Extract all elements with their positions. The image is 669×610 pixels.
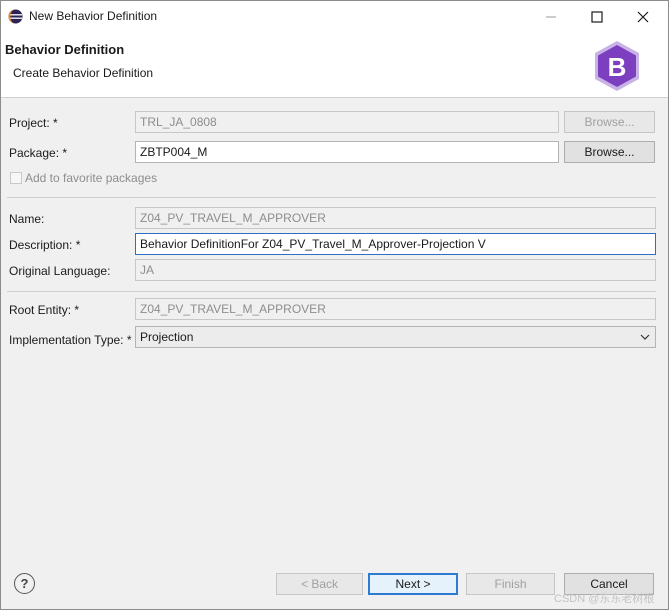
- favorite-packages-checkbox[interactable]: [10, 172, 22, 184]
- window-title: New Behavior Definition: [29, 9, 158, 23]
- watermark: CSDN @东东老树根: [554, 593, 655, 605]
- banner-subtitle: Create Behavior Definition: [13, 66, 154, 80]
- package-label: Package: *: [9, 146, 68, 160]
- implementation-type-value: Projection: [140, 330, 194, 344]
- maximize-icon: [591, 10, 603, 23]
- dialog-window: New Behavior Definition Behavior Definit…: [0, 0, 669, 610]
- separator: [7, 291, 656, 292]
- implementation-type-select[interactable]: Projection: [135, 326, 656, 348]
- description-label: Description: *: [9, 238, 81, 252]
- wizard-banner: Behavior Definition Create Behavior Defi…: [1, 32, 668, 98]
- behavior-definition-logo-icon: B: [595, 41, 639, 91]
- project-field[interactable]: TRL_JA_0808: [135, 111, 559, 133]
- name-field[interactable]: Z04_PV_TRAVEL_M_APPROVER: [135, 207, 656, 229]
- name-label: Name:: [9, 212, 45, 226]
- project-label: Project: *: [9, 116, 58, 130]
- package-browse-button[interactable]: Browse...: [564, 141, 655, 163]
- minimize-icon: [546, 16, 556, 17]
- close-button[interactable]: [620, 1, 666, 32]
- close-icon: [637, 11, 649, 22]
- maximize-button[interactable]: [574, 1, 620, 32]
- eclipse-app-icon: [8, 9, 23, 24]
- project-browse-button[interactable]: Browse...: [564, 111, 655, 133]
- original-language-field[interactable]: JA: [135, 259, 656, 281]
- implementation-type-label: Implementation Type: *: [9, 333, 132, 347]
- original-language-label: Original Language:: [9, 264, 111, 278]
- banner-title: Behavior Definition: [5, 42, 125, 57]
- separator: [7, 197, 656, 198]
- title-bar: New Behavior Definition: [1, 1, 668, 32]
- root-entity-field[interactable]: Z04_PV_TRAVEL_M_APPROVER: [135, 298, 656, 320]
- description-field[interactable]: Behavior DefinitionFor Z04_PV_Travel_M_A…: [135, 233, 656, 255]
- next-button[interactable]: Next >: [368, 573, 458, 595]
- logo-letter: B: [608, 52, 627, 82]
- chevron-down-icon: [640, 334, 650, 340]
- finish-button[interactable]: Finish: [466, 573, 555, 595]
- help-icon[interactable]: ?: [14, 573, 35, 594]
- package-field[interactable]: ZBTP004_M: [135, 141, 559, 163]
- favorite-packages-label: Add to favorite packages: [25, 171, 158, 185]
- back-button[interactable]: < Back: [276, 573, 363, 595]
- minimize-button[interactable]: [528, 1, 574, 32]
- root-entity-label: Root Entity: *: [9, 303, 80, 317]
